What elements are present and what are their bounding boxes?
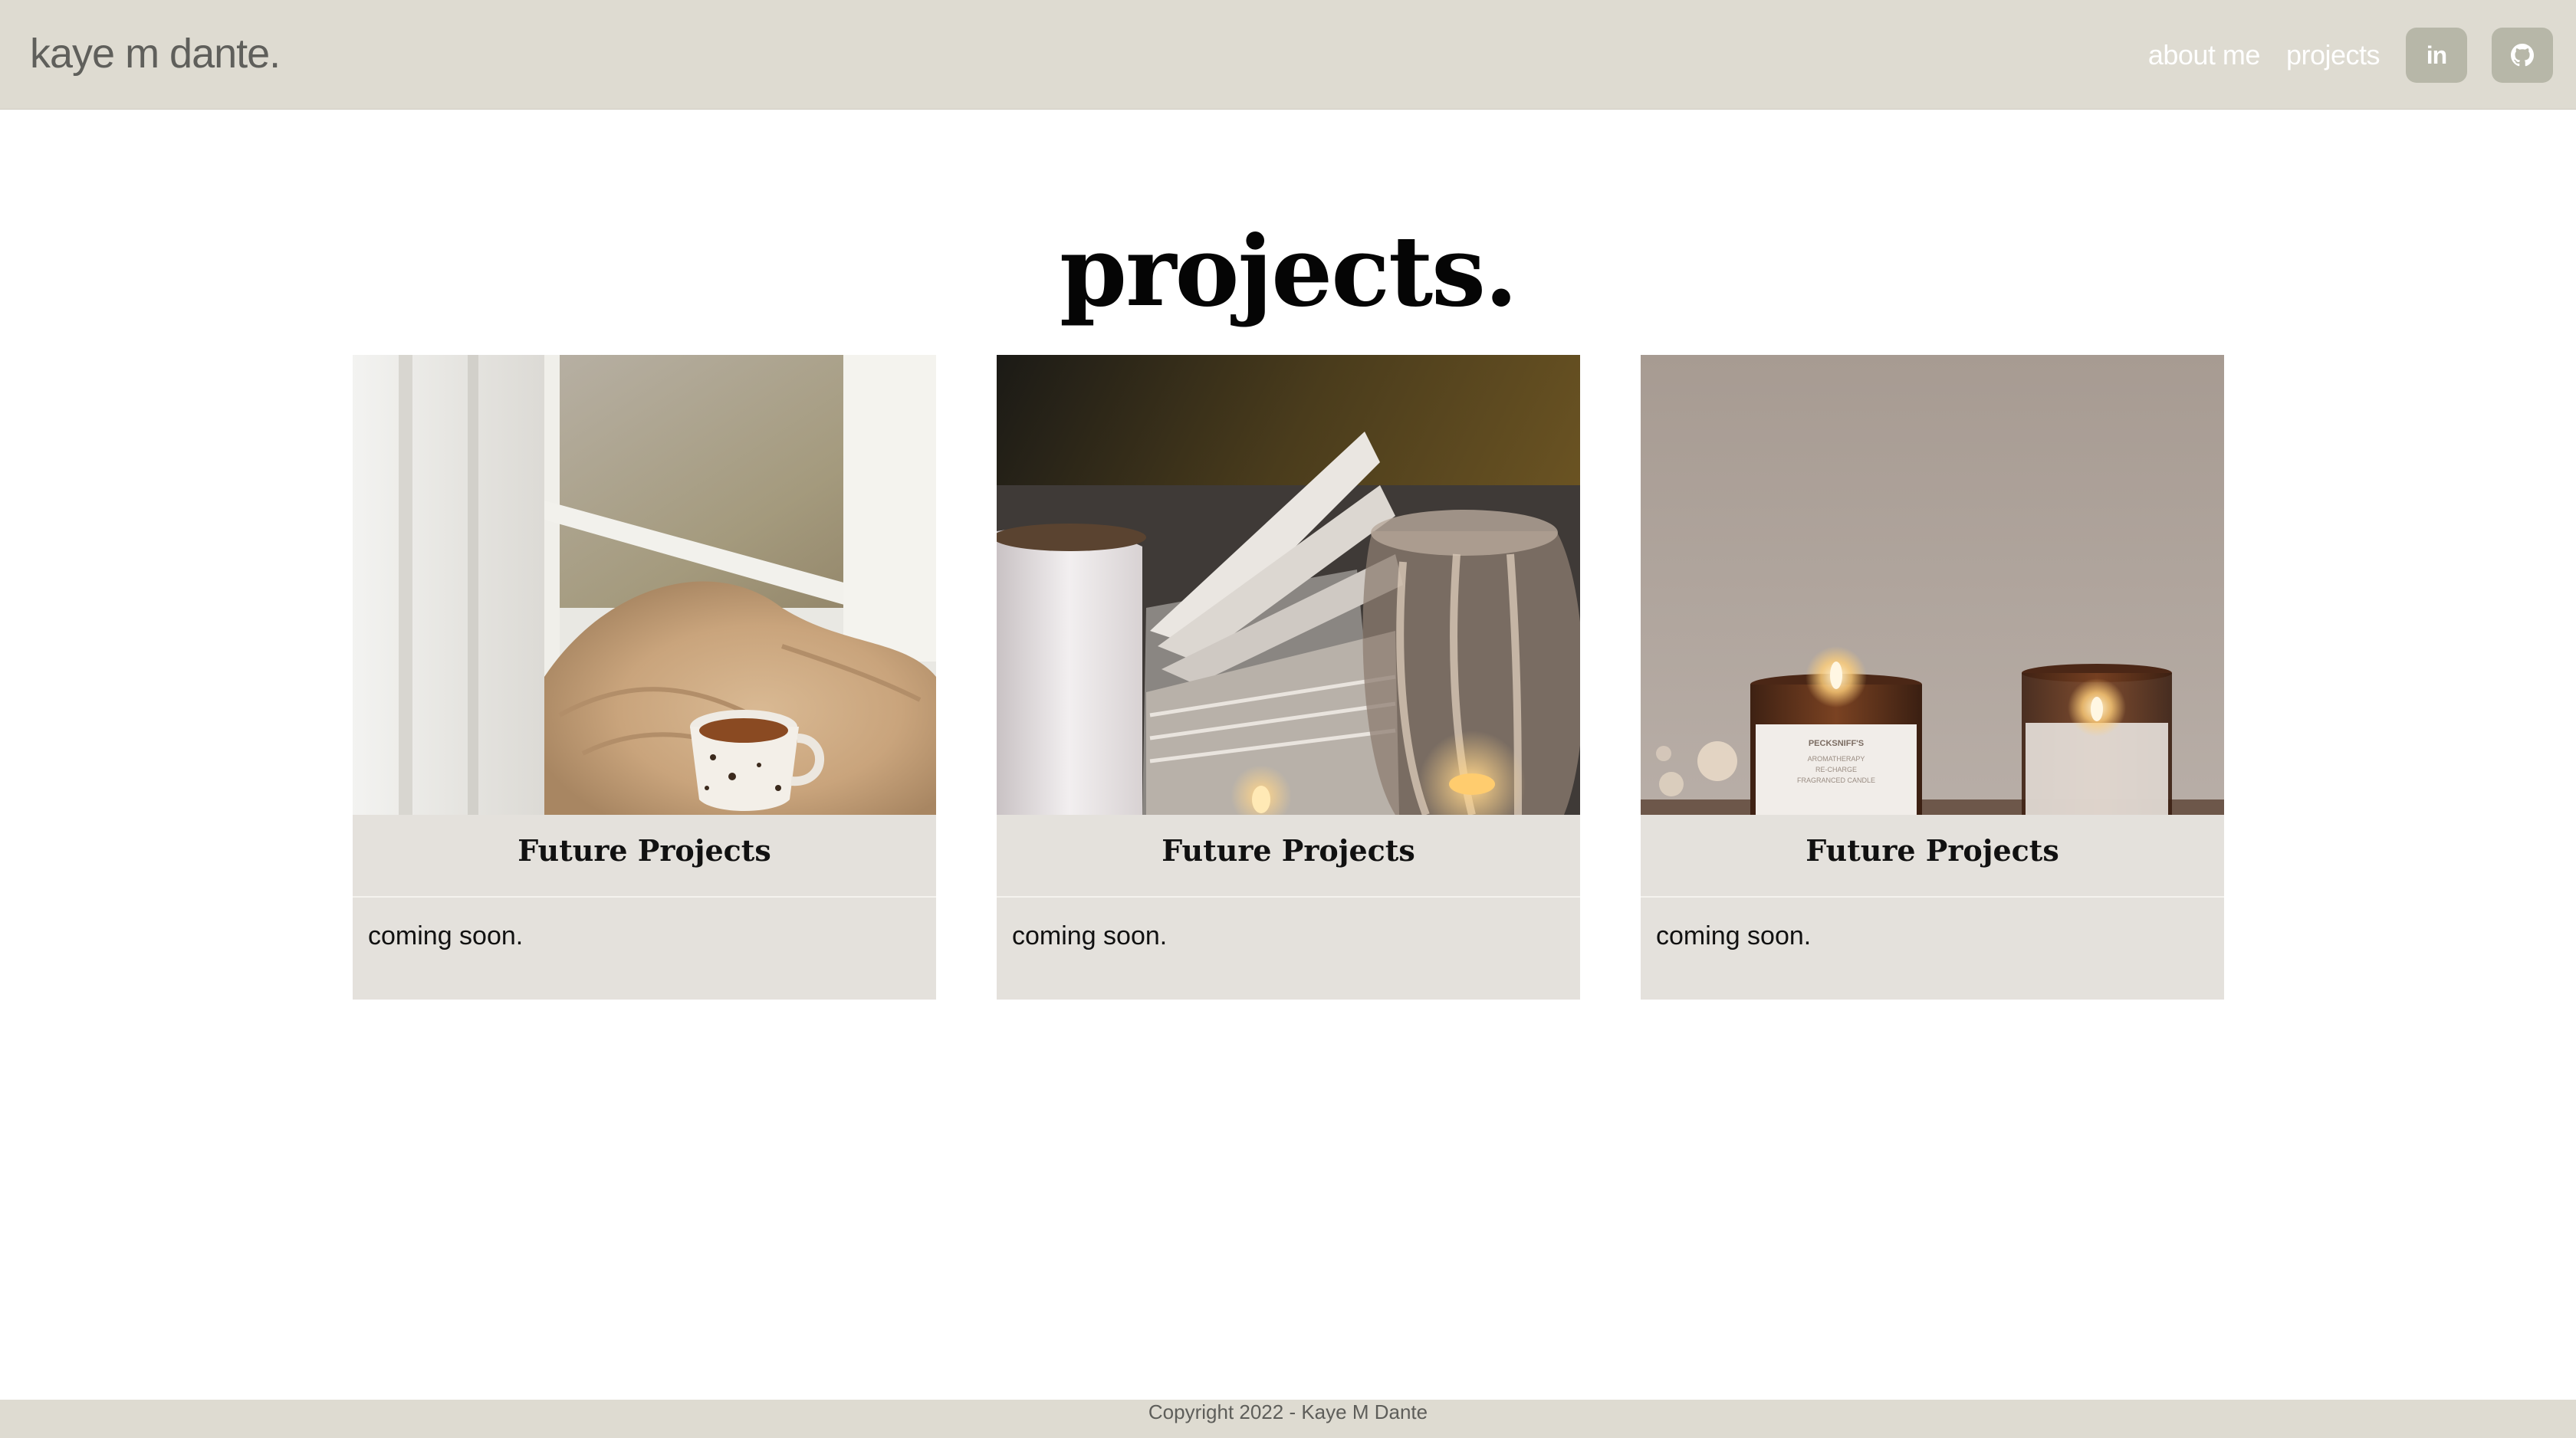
brand-logo-link[interactable]: kaye m dante. — [30, 29, 281, 78]
nav-links: about me projects in — [2122, 28, 2553, 83]
amber-candles-photo: PECKSNIFF'S AROMATHERAPY RE-CHARGE FRAGR… — [1641, 355, 2224, 815]
project-card[interactable]: PECKSNIFF'S AROMATHERAPY RE-CHARGE FRAGR… — [1641, 355, 2224, 1000]
open-book-candles-photo — [997, 355, 1580, 815]
footer-copyright: Copyright 2022 - Kaye M Dante — [1148, 1400, 1428, 1423]
card-description: coming soon. — [368, 921, 524, 950]
card-image — [353, 355, 936, 815]
svg-text:AROMATHERAPY: AROMATHERAPY — [1808, 755, 1865, 763]
svg-text:FRAGRANCED CANDLE: FRAGRANCED CANDLE — [1797, 776, 1875, 784]
card-description: coming soon. — [1656, 921, 1812, 950]
linkedin-icon: in — [2426, 41, 2447, 69]
navbar: kaye m dante. about me projects in — [0, 0, 2576, 110]
nav-about-link[interactable]: about me — [2148, 39, 2261, 71]
nav-projects-link[interactable]: projects — [2286, 39, 2380, 71]
github-button[interactable] — [2492, 28, 2553, 83]
project-card[interactable]: Future Projects coming soon. — [353, 355, 936, 1000]
project-card[interactable]: Future Projects coming soon. — [997, 355, 1580, 1000]
card-title: Future Projects — [353, 815, 936, 898]
footer: Copyright 2022 - Kaye M Dante — [0, 1400, 2576, 1438]
card-image — [997, 355, 1580, 815]
svg-text:RE-CHARGE: RE-CHARGE — [1815, 766, 1857, 773]
github-icon — [2511, 44, 2534, 67]
cozy-tea-mug-photo — [353, 355, 936, 815]
project-cards: Future Projects coming soon. Future Proj… — [353, 355, 2224, 1000]
card-title: Future Projects — [997, 815, 1580, 898]
card-title: Future Projects — [1641, 815, 2224, 898]
card-image: PECKSNIFF'S AROMATHERAPY RE-CHARGE FRAGR… — [1641, 355, 2224, 815]
card-description: coming soon. — [1012, 921, 1168, 950]
linkedin-button[interactable]: in — [2406, 28, 2467, 83]
page-title: projects. — [1059, 215, 1518, 329]
svg-text:PECKSNIFF'S: PECKSNIFF'S — [1809, 739, 1864, 748]
